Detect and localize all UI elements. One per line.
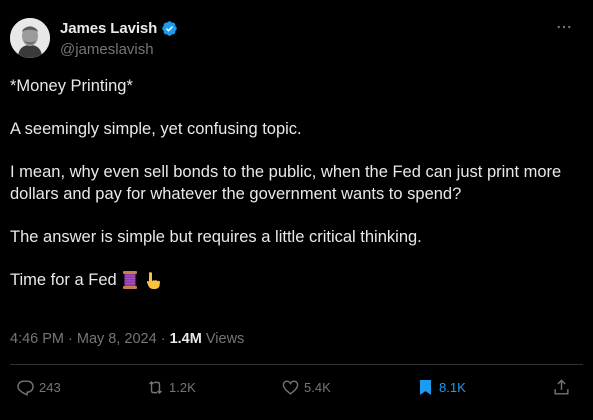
bookmark-count: 8.1K [439, 380, 466, 395]
tweet-date[interactable]: May 8, 2024 [77, 331, 157, 347]
reply-button[interactable]: 243 [16, 378, 61, 397]
tweet-paragraph-text: Time for a Fed [10, 270, 117, 289]
tweet-paragraph: I mean, why even sell bonds to the publi… [10, 163, 562, 203]
avatar-image [10, 18, 50, 58]
like-count: 5.4K [304, 380, 331, 395]
bookmark-icon [419, 379, 432, 396]
tweet-paragraph: A seemingly simple, yet confusing topic. [10, 120, 302, 138]
avatar[interactable] [10, 18, 50, 58]
author-name-row: James Lavish [60, 20, 178, 37]
more-options-icon[interactable] [555, 18, 573, 41]
reply-icon [17, 380, 34, 396]
author-display-name[interactable]: James Lavish [60, 20, 157, 37]
views-label: Views [205, 331, 245, 347]
verified-badge-icon[interactable] [161, 20, 178, 37]
thread-spool-emoji-icon [120, 270, 140, 290]
action-bar: 243 1.2K 5.4K 8.1K [16, 378, 577, 402]
divider [10, 364, 583, 365]
like-button[interactable]: 5.4K [281, 378, 331, 397]
tweet-body: *Money Printing* A seemingly simple, yet… [10, 76, 570, 291]
heart-icon [282, 380, 299, 395]
pointing-down-emoji-icon [143, 270, 163, 290]
bookmark-button[interactable]: 8.1K [416, 378, 466, 397]
author-handle[interactable]: @jameslavish [60, 41, 154, 58]
views-count: 1.4M [169, 331, 202, 347]
tweet-paragraph: *Money Printing* [10, 77, 133, 95]
meta-separator: · [68, 331, 77, 347]
share-button[interactable] [552, 378, 571, 397]
tweet-time[interactable]: 4:46 PM [10, 331, 64, 347]
retweet-icon [149, 380, 162, 395]
retweet-count: 1.2K [169, 380, 196, 395]
tweet-paragraph: The answer is simple but requires a litt… [10, 227, 422, 246]
retweet-button[interactable]: 1.2K [146, 378, 196, 397]
meta-separator: · [160, 331, 170, 347]
tweet: James Lavish @jameslavish *Money Printin… [0, 0, 593, 420]
tweet-meta: 4:46 PM · May 8, 2024 · 1.4M Views [10, 331, 244, 347]
tweet-paragraph-last: Time for a Fed [10, 270, 570, 292]
share-icon [554, 379, 569, 395]
reply-count: 243 [39, 380, 61, 395]
